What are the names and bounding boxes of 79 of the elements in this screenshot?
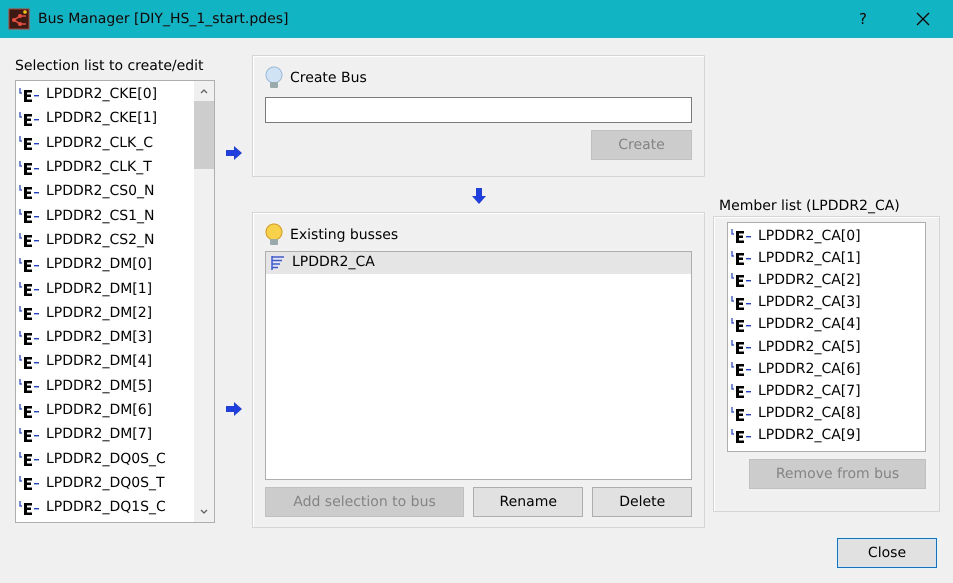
net-icon: [19, 184, 41, 200]
member-item[interactable]: LPDDR2_CA[9]: [728, 424, 925, 447]
list-item[interactable]: LPDDR2_DM[7]: [16, 422, 194, 447]
member-item[interactable]: LPDDR2_CA[8]: [728, 402, 925, 425]
member-item[interactable]: LPDDR2_CA[6]: [728, 358, 925, 380]
app-icon: [8, 8, 30, 30]
net-icon: [731, 339, 753, 356]
list-item[interactable]: LPDDR2_CLK_T: [16, 155, 194, 180]
member-item[interactable]: LPDDR2_CA[0]: [728, 225, 925, 248]
action-button[interactable]: Delete: [592, 487, 692, 517]
net-icon: [19, 208, 41, 224]
scroll-thumb[interactable]: [194, 100, 214, 168]
list-item[interactable]: LPDDR2_CLK_C: [16, 131, 194, 156]
bus-name-field[interactable]: [265, 97, 692, 123]
member-item[interactable]: LPDDR2_CA[2]: [728, 269, 925, 292]
bus-icon: [270, 254, 286, 270]
right-arrow-icon: [224, 146, 242, 160]
list-item[interactable]: LPDDR2_DQ1S_C: [16, 496, 194, 520]
list-item[interactable]: LPDDR2_DQ0S_C: [16, 446, 194, 472]
right-arrow-icon: [224, 402, 242, 416]
help-button[interactable]: ?: [840, 8, 886, 30]
scrollbar[interactable]: [194, 80, 214, 522]
list-item[interactable]: LPDDR2_DM[5]: [16, 374, 194, 398]
net-icon: [731, 361, 753, 378]
lightbulb-icon: [265, 223, 283, 247]
net-icon: [19, 426, 41, 443]
close-button[interactable]: Close: [837, 538, 937, 568]
lightbulb-icon: [265, 66, 283, 90]
net-icon: [731, 406, 753, 422]
list-item[interactable]: LPDDR2_DM[3]: [16, 325, 194, 350]
net-icon: [731, 428, 753, 444]
net-icon: [19, 160, 41, 176]
list-item[interactable]: LPDDR2_DQ0S_T: [16, 471, 194, 496]
panel-title: Create Bus: [290, 68, 367, 88]
net-icon: [19, 256, 41, 273]
list-label: Selection list to create/edit: [15, 57, 205, 76]
list-item[interactable]: LPDDR2_DM[0]: [16, 252, 194, 277]
list-item[interactable]: LPDDR2_CKE[0]: [16, 82, 194, 107]
list-item[interactable]: LPDDR2_CS0_N: [16, 180, 194, 204]
list-item[interactable]: LPDDR2_DM[2]: [16, 301, 194, 326]
net-icon: [19, 354, 41, 370]
list-item[interactable]: LPDDR2_DM[4]: [16, 350, 194, 374]
net-icon: [19, 135, 41, 152]
net-icon: [19, 378, 41, 394]
window-title: Bus Manager [DIY_HS_1_start.pdes]: [38, 10, 288, 28]
member-item[interactable]: LPDDR2_CA[7]: [728, 380, 925, 402]
member-item[interactable]: LPDDR2_CA[5]: [728, 336, 925, 358]
net-icon: [19, 451, 41, 468]
scroll-up-icon[interactable]: [199, 86, 209, 94]
net-icon: [731, 316, 753, 333]
net-icon: [19, 86, 41, 103]
down-arrow-icon: [472, 188, 486, 204]
list-item[interactable]: LPDDR2_CS1_N: [16, 204, 194, 228]
scroll-down-icon[interactable]: [199, 508, 209, 516]
net-icon: [19, 232, 41, 248]
net-icon: [19, 110, 41, 127]
list-item[interactable]: LPDDR2_DM[6]: [16, 398, 194, 423]
net-icon: [19, 281, 41, 298]
net-icon: [19, 475, 41, 492]
net-icon: [19, 402, 41, 418]
net-icon: [731, 250, 753, 266]
panel-title: Existing busses: [290, 226, 398, 244]
net-icon: [731, 294, 753, 311]
group-title: Member list (LPDDR2_CA): [719, 198, 900, 214]
list-item[interactable]: LPDDR2_CS2_N: [16, 228, 194, 253]
net-icon: [19, 305, 41, 322]
net-icon: [731, 383, 753, 400]
list-item[interactable]: LPDDR2_DM[1]: [16, 276, 194, 302]
bus-item[interactable]: LPDDR2_CA: [266, 252, 691, 274]
member-item[interactable]: LPDDR2_CA[3]: [728, 292, 925, 314]
net-icon: [731, 272, 753, 288]
net-icon: [731, 228, 753, 244]
net-icon: [19, 500, 41, 516]
member-item[interactable]: LPDDR2_CA[1]: [728, 247, 925, 270]
action-button[interactable]: Rename: [473, 487, 584, 517]
list-item[interactable]: LPDDR2_CKE[1]: [16, 106, 194, 132]
member-item[interactable]: LPDDR2_CA[4]: [728, 314, 925, 336]
net-icon: [19, 330, 41, 346]
close-icon[interactable]: [916, 12, 930, 26]
